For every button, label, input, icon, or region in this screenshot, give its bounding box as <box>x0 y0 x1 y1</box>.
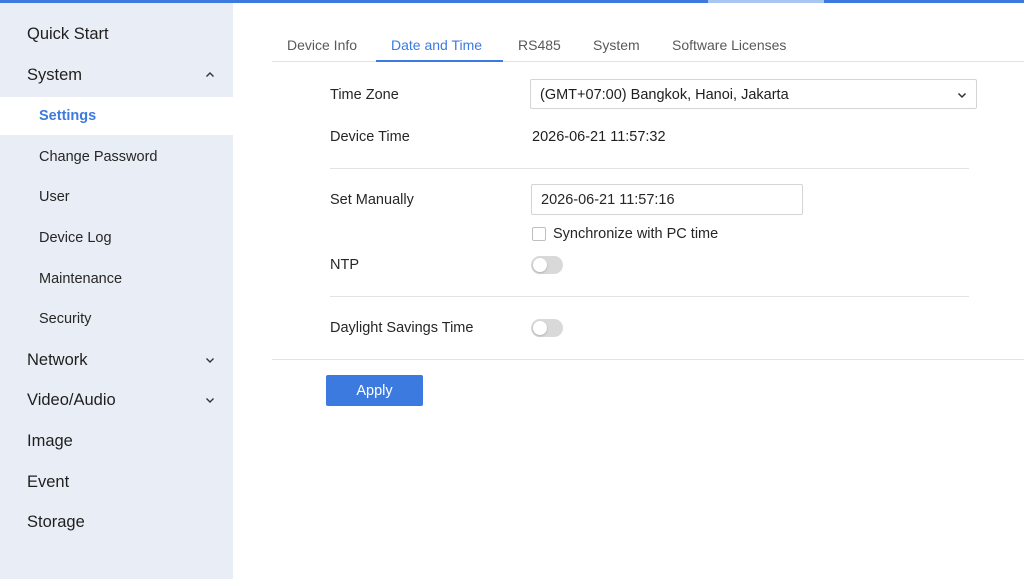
sidebar-item-label: Quick Start <box>27 24 109 43</box>
sidebar-item-change-password[interactable]: Change Password <box>0 138 233 176</box>
sidebar-item-label: User <box>39 189 70 205</box>
tab-device-info[interactable]: Device Info <box>287 37 357 53</box>
sidebar-item-label: Storage <box>27 512 85 531</box>
toggle-knob <box>533 258 547 272</box>
time-zone-select[interactable]: (GMT+07:00) Bangkok, Hanoi, Jakarta <box>530 79 977 109</box>
apply-button-label: Apply <box>356 382 393 399</box>
tab-rs485[interactable]: RS485 <box>518 37 561 53</box>
chevron-up-icon <box>204 69 216 81</box>
device-time-value: 2026-06-21 11:57:32 <box>532 129 666 145</box>
sidebar-item-label: Image <box>27 431 73 450</box>
sidebar-item-label: System <box>27 65 83 84</box>
sidebar-item-storage[interactable]: Storage <box>0 503 233 541</box>
sidebar-item-network[interactable]: Network <box>0 341 233 379</box>
device-time-label: Device Time <box>330 129 410 145</box>
sidebar: Quick Start System Settings Change Passw… <box>0 3 233 579</box>
ntp-toggle[interactable] <box>531 256 563 274</box>
sidebar-item-settings[interactable]: Settings <box>0 97 233 135</box>
sidebar-item-label: Security <box>39 311 92 327</box>
chevron-down-icon <box>956 89 968 101</box>
chevron-down-icon <box>204 394 216 406</box>
ntp-label: NTP <box>330 257 359 273</box>
sidebar-item-image[interactable]: Image <box>0 422 233 460</box>
sidebar-item-label: Device Log <box>39 230 112 246</box>
sync-pc-time-label: Synchronize with PC time <box>553 226 719 242</box>
divider <box>272 359 1024 360</box>
time-zone-value: (GMT+07:00) Bangkok, Hanoi, Jakarta <box>540 87 789 103</box>
sidebar-item-quick-start[interactable]: Quick Start <box>0 15 233 53</box>
chevron-down-icon <box>204 354 216 366</box>
sidebar-item-user[interactable]: User <box>0 178 233 216</box>
sidebar-item-label: Event <box>27 472 70 491</box>
sidebar-item-device-log[interactable]: Device Log <box>0 219 233 257</box>
set-manually-label: Set Manually <box>330 192 414 208</box>
divider <box>330 168 969 169</box>
sidebar-item-maintenance[interactable]: Maintenance <box>0 260 233 298</box>
sidebar-item-security[interactable]: Security <box>0 300 233 338</box>
time-zone-label: Time Zone <box>330 87 399 103</box>
sidebar-item-label: Video/Audio <box>27 390 116 409</box>
tab-system[interactable]: System <box>593 37 640 53</box>
divider <box>330 296 969 297</box>
sidebar-item-event[interactable]: Event <box>0 463 233 501</box>
dst-toggle[interactable] <box>531 319 563 337</box>
sidebar-item-label: Change Password <box>39 149 158 165</box>
set-manually-value: 2026-06-21 11:57:16 <box>541 192 675 208</box>
sync-pc-time-checkbox[interactable] <box>532 227 546 241</box>
tab-bar: Device Info Date and Time RS485 System S… <box>272 3 1024 62</box>
tab-software-licenses[interactable]: Software Licenses <box>672 37 786 53</box>
toggle-knob <box>533 321 547 335</box>
set-manually-input[interactable]: 2026-06-21 11:57:16 <box>531 184 803 215</box>
active-tab-indicator <box>376 60 503 62</box>
sidebar-item-system[interactable]: System <box>0 56 233 94</box>
apply-button[interactable]: Apply <box>326 375 423 406</box>
sidebar-item-label: Maintenance <box>39 271 123 287</box>
tab-date-and-time[interactable]: Date and Time <box>391 37 482 53</box>
dst-label: Daylight Savings Time <box>330 320 474 336</box>
sidebar-item-label: Network <box>27 350 88 369</box>
sidebar-item-label: Settings <box>39 108 97 124</box>
sidebar-item-video-audio[interactable]: Video/Audio <box>0 381 233 419</box>
